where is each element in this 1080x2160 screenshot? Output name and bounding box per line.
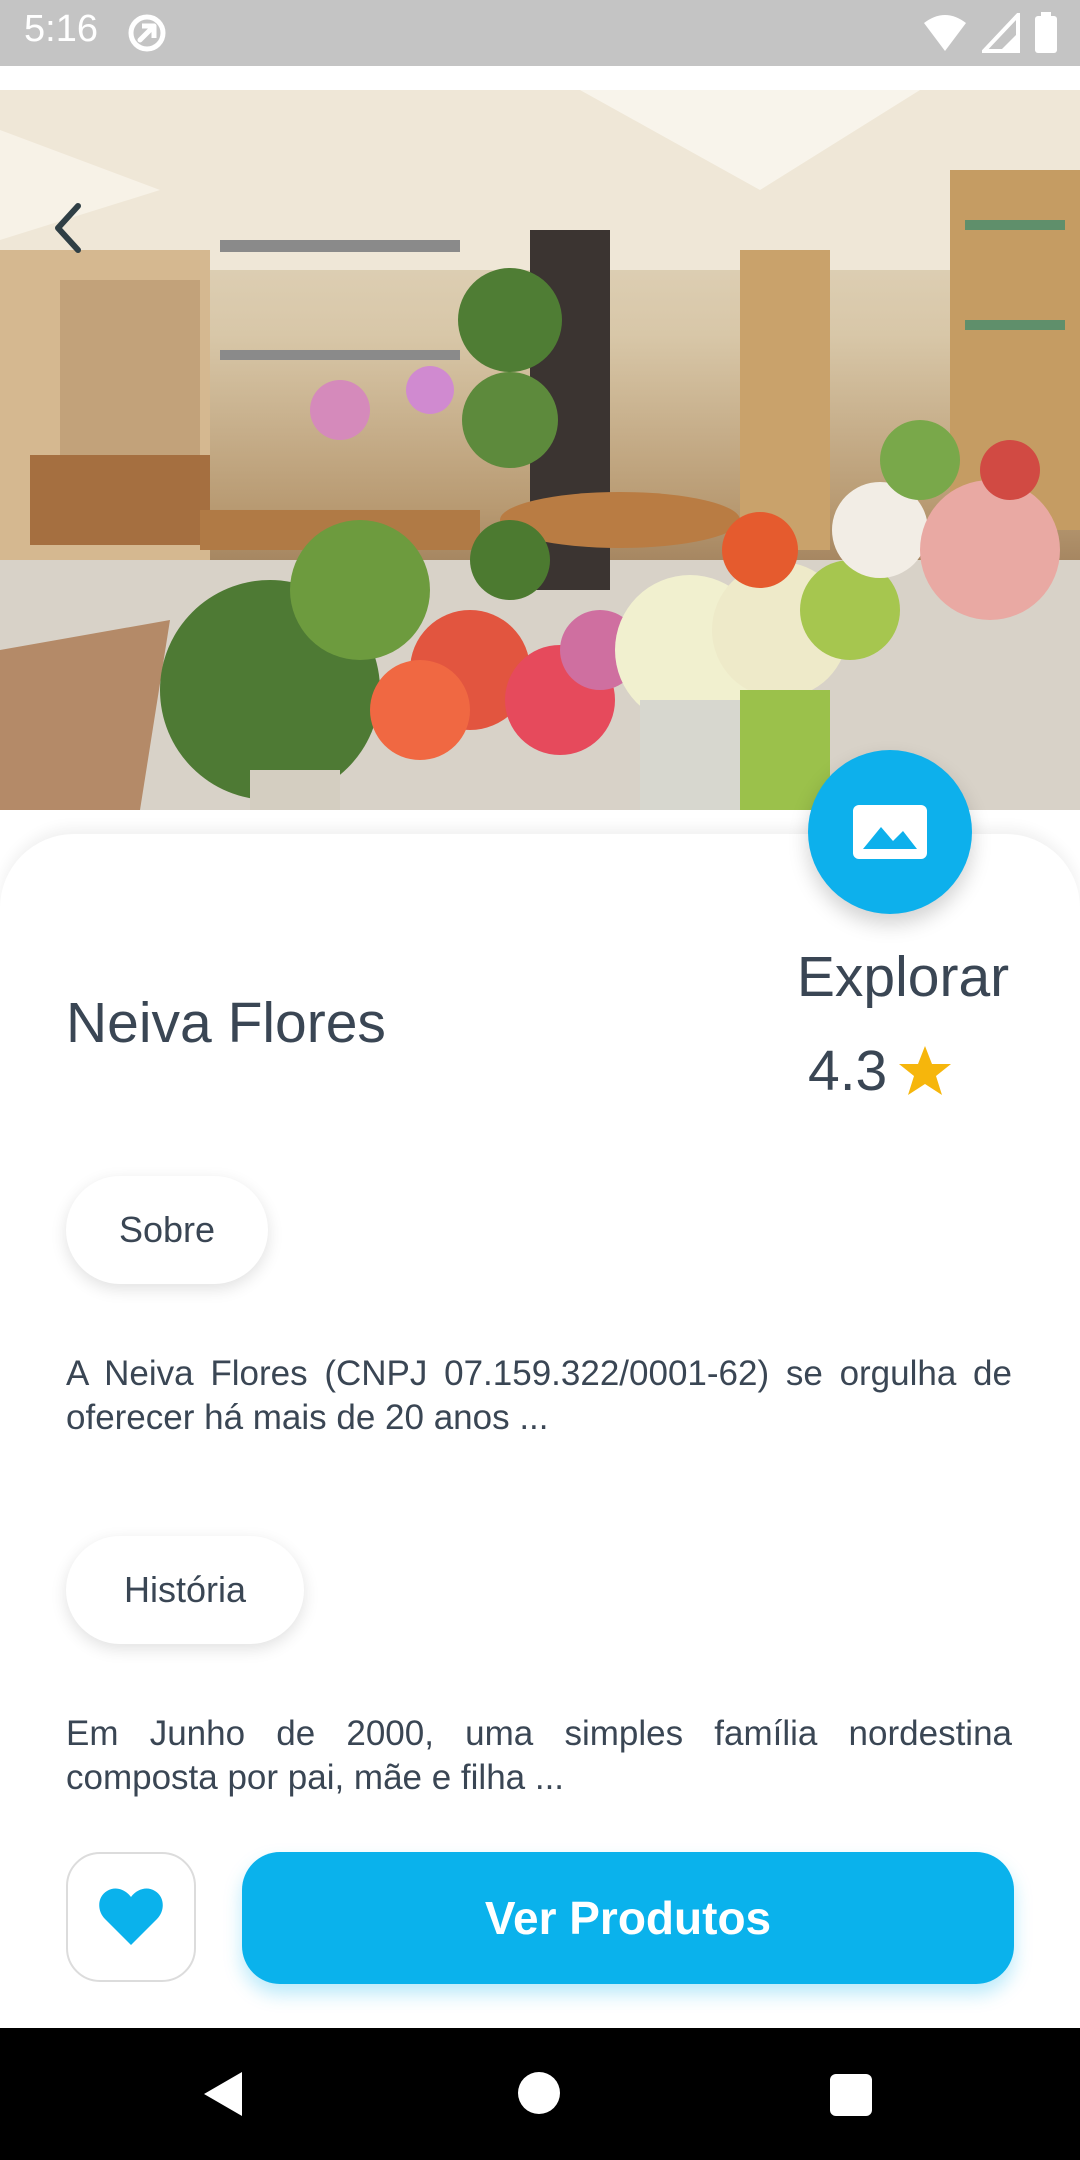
system-nav-bar xyxy=(0,2028,1080,2160)
status-time: 5:16 xyxy=(24,8,98,50)
sync-icon xyxy=(126,12,168,59)
heart-icon xyxy=(99,1888,163,1945)
favorite-button[interactable] xyxy=(66,1852,196,1982)
recents-square-icon[interactable] xyxy=(830,2074,872,2116)
history-text: Em Junho de 2000, uma simples família no… xyxy=(66,1714,1012,1797)
explore-button[interactable] xyxy=(808,750,972,914)
cell-signal-icon xyxy=(979,9,1020,58)
rating-value: 4.3 xyxy=(808,1039,888,1103)
status-icons xyxy=(922,9,1058,59)
status-spacer xyxy=(0,66,1080,90)
wifi-icon xyxy=(922,13,968,58)
back-triangle-icon[interactable] xyxy=(202,2070,244,2123)
battery-icon xyxy=(1034,12,1058,59)
view-products-button[interactable]: Ver Produtos xyxy=(242,1852,1014,1984)
store-name: Neiva Flores xyxy=(66,991,386,1055)
chevron-left-icon xyxy=(55,203,81,253)
explore-label: Explorar xyxy=(796,945,1010,1009)
chip-sobre[interactable]: Sobre xyxy=(66,1176,268,1284)
hero-image xyxy=(0,90,1080,810)
home-circle-icon[interactable] xyxy=(518,2072,560,2114)
image-icon xyxy=(853,805,927,859)
star-icon xyxy=(899,1046,952,1095)
chip-historia[interactable]: História xyxy=(66,1536,304,1644)
flower-shop-photo xyxy=(0,90,1080,810)
status-bar: 5:16 xyxy=(0,0,1080,66)
rating: 4.3 xyxy=(808,1038,953,1104)
back-button[interactable] xyxy=(50,202,104,260)
about-text: A Neiva Flores (CNPJ 07.159.322/0001-62)… xyxy=(66,1354,1012,1437)
